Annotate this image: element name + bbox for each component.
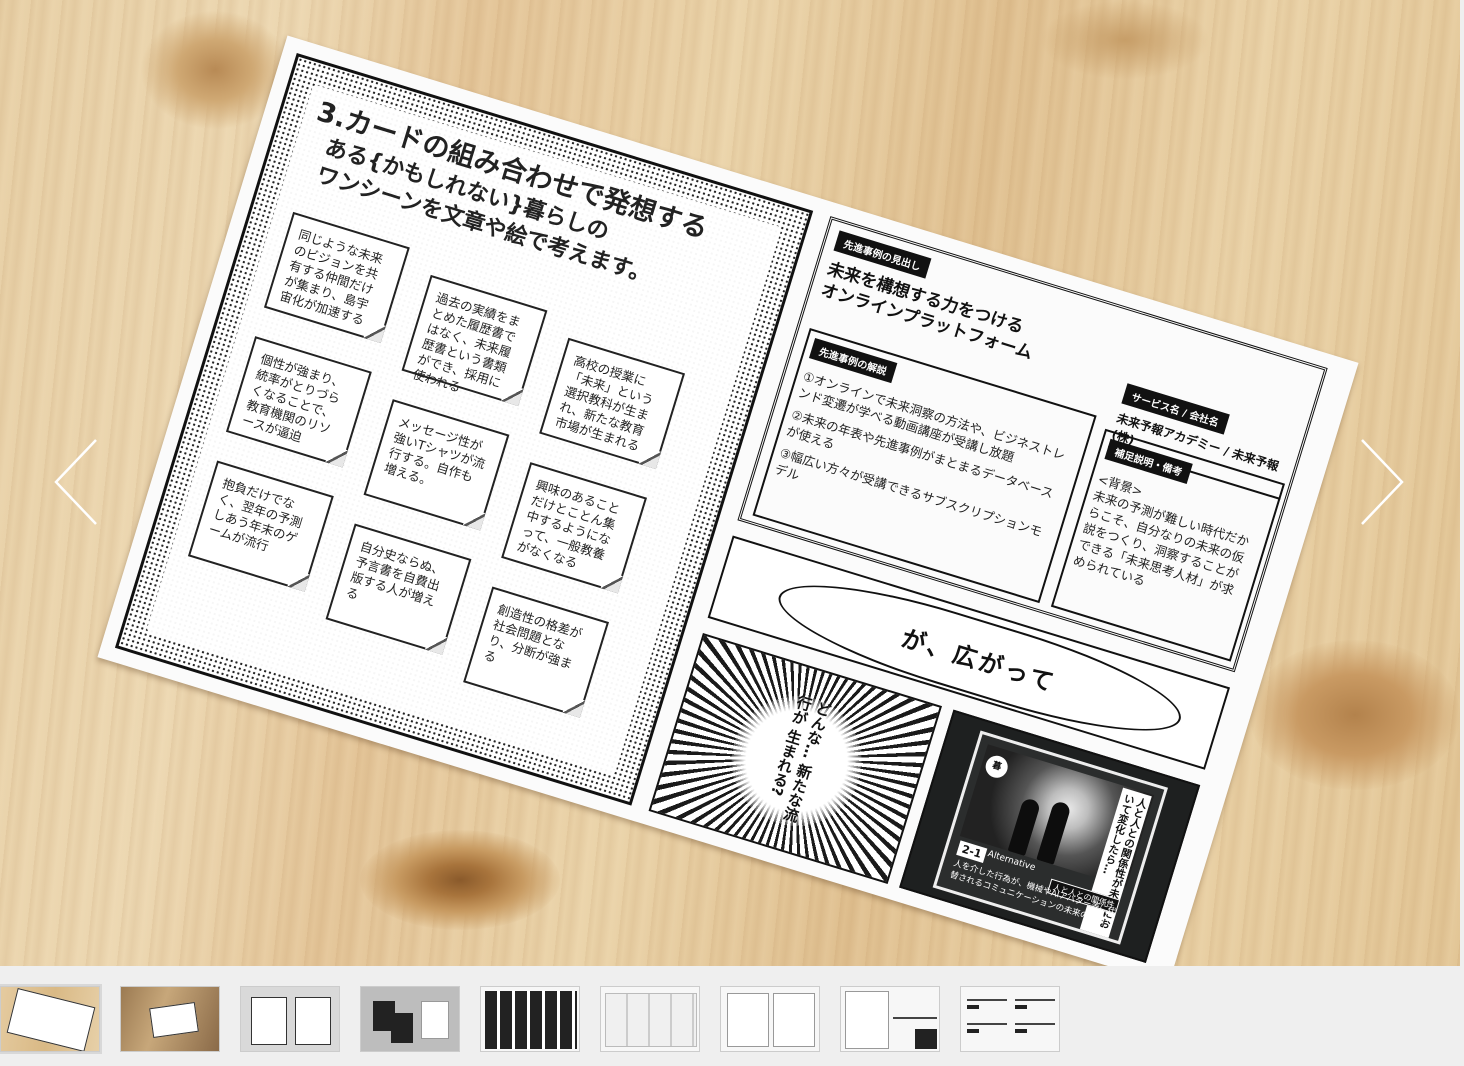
thumbnail-8[interactable] bbox=[840, 986, 940, 1052]
thumbnail-4[interactable] bbox=[360, 986, 460, 1052]
prev-image-button[interactable] bbox=[52, 436, 100, 528]
next-image-button[interactable] bbox=[1358, 436, 1406, 528]
wood-knot bbox=[1250, 640, 1460, 790]
person-silhouette bbox=[1036, 800, 1072, 865]
product-image-viewer: 3.カードの組み合わせで発想する ある{かもしれない}暮らしの ワンシーンを文章… bbox=[0, 0, 1464, 1066]
thumbnail-strip bbox=[0, 976, 1464, 1066]
burst-text: どんな… 新たな流行が 生まれる? bbox=[767, 693, 834, 825]
person-silhouette bbox=[1007, 797, 1042, 856]
thumbnail-7[interactable] bbox=[720, 986, 820, 1052]
chevron-left-icon bbox=[54, 439, 97, 525]
thumbnail-9[interactable] bbox=[960, 986, 1060, 1052]
chevron-right-icon bbox=[1361, 439, 1404, 525]
wood-knot bbox=[360, 830, 560, 930]
thumbnail-3[interactable] bbox=[240, 986, 340, 1052]
thumbnail-1[interactable] bbox=[0, 984, 102, 1054]
scenario-card: 暮 人と人との関係性が未来において変化したら… 2-1 Alternative … bbox=[932, 730, 1169, 945]
thumbnail-5[interactable] bbox=[480, 986, 580, 1052]
thumbnail-6[interactable] bbox=[600, 986, 700, 1052]
bubble-text: が、広がって bbox=[898, 623, 1060, 698]
main-image: 3.カードの組み合わせで発想する ある{かもしれない}暮らしの ワンシーンを文章… bbox=[0, 0, 1460, 966]
wood-knot bbox=[1040, 0, 1210, 80]
supp-text: <背景> 未来の予測が難しい時代だからこそ、自分なりの未来の仮説をつくり、洞察す… bbox=[1071, 471, 1252, 599]
thumbnail-2[interactable] bbox=[120, 986, 220, 1052]
